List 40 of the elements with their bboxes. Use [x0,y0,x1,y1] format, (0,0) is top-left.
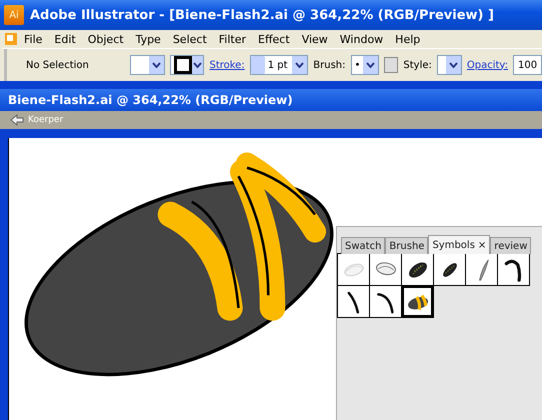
menu-item[interactable]: Object [82,32,130,46]
fill-dropdown[interactable] [130,55,166,75]
menu-item[interactable]: Effect [252,32,296,46]
close-icon[interactable]: × [478,240,486,250]
stroke-color-dropdown[interactable] [170,55,204,75]
window-title: Adobe Illustrator - [Biene-Flash2.ai @ 364,22% (RGB/Preview) ] [30,8,494,22]
style-dropdown[interactable] [436,55,462,75]
symbol-swatch[interactable] [370,254,402,286]
menu-item[interactable]: Filter [212,32,252,46]
menu-item[interactable]: Help [389,32,426,46]
menu-item[interactable]: Type [130,32,167,46]
stroke-link[interactable]: Stroke: [209,60,245,70]
menu-item[interactable]: Select [166,32,213,46]
opacity-field[interactable]: 100 [513,55,542,75]
app-icon: Ai [4,5,24,25]
menu-item[interactable]: Edit [48,32,82,46]
stroke-swatch-icon [174,56,192,74]
panel-tab[interactable]: Brushe [385,237,428,254]
back-arrow-icon[interactable] [10,114,24,126]
brush-label: Brush: [313,60,346,70]
symbol-swatch[interactable] [370,286,402,318]
symbol-swatch[interactable] [338,286,370,318]
stroke-weight-field[interactable]: 1 pt [250,55,308,75]
panel-tab[interactable]: Symbols × [428,235,490,254]
symbol-swatch[interactable] [434,254,466,286]
menu-item[interactable]: File [18,32,48,46]
document-title: Biene-Flash2.ai @ 364,22% (RGB/Preview) [0,89,542,111]
menu-item[interactable]: Window [334,32,390,46]
panel-tab[interactable]: review [490,237,532,254]
symbol-swatch[interactable] [402,286,434,318]
menu-item[interactable]: View [296,32,334,46]
brush-dropdown[interactable]: • [350,55,380,75]
symbol-swatch[interactable] [402,254,434,286]
selection-label: No Selection [26,60,89,70]
opacity-link[interactable]: Opacity: [466,60,508,70]
symbol-swatch[interactable] [466,254,498,286]
panel-tab[interactable]: Swatch [341,237,386,254]
style-label: Style: [403,60,432,70]
symbol-swatch[interactable] [338,254,370,286]
symbol-swatch[interactable] [498,254,530,286]
